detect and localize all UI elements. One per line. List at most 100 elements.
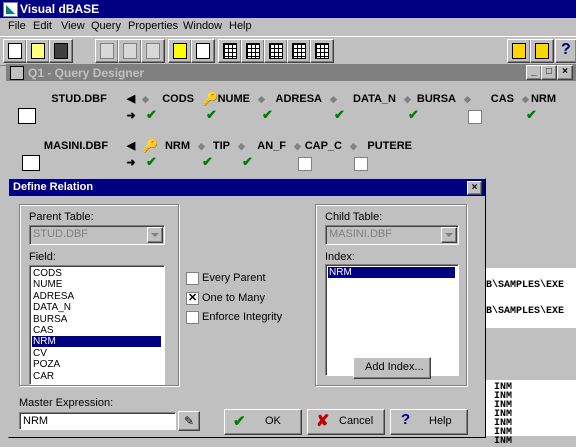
field-header[interactable]: ◆ BURSA [402,90,460,108]
field-select-checkbox[interactable]: ✔ [402,108,460,124]
menu-window[interactable]: Window [183,20,222,32]
field-list-item[interactable]: CAR [32,371,161,382]
expert-icon[interactable] [310,39,334,63]
cut-icon[interactable] [95,39,119,63]
copy-icon[interactable] [118,39,142,63]
field-select-checkbox[interactable] [462,108,518,124]
menu-view[interactable]: View [61,20,85,32]
query-designer-title: Q1 - Query Designer [28,66,145,80]
define-relation-dialog: Define Relation × Parent Table: STUD.DBF… [8,178,486,438]
cancel-button[interactable]: ✘ Cancel [307,409,385,435]
field-list-item[interactable]: BURSA [32,314,161,325]
cancel-label: Cancel [339,415,374,427]
parent-table-value: STUD.DBF [33,228,88,240]
menu-query[interactable]: Query [91,20,121,32]
one-to-many-label[interactable]: One to Many [202,292,265,304]
parent-table-label: Parent Table: [29,211,94,223]
new-icon[interactable] [3,39,27,63]
field-list-item[interactable]: CAS [32,325,161,336]
query-icon[interactable] [10,66,24,80]
field-select-checkbox[interactable]: ✔ [328,108,400,124]
menu-file[interactable]: File [8,20,26,32]
cancel-x-icon: ✘ [316,413,330,430]
minimize-button[interactable]: _ [526,65,542,80]
checkbox-mark: ✕ [188,292,198,304]
save-icon[interactable] [49,39,73,63]
field-select-checkbox[interactable]: ✔ [520,108,560,124]
output-path-line: B\SAMPLES\EXE [486,306,565,317]
menu-help[interactable]: Help [229,20,252,32]
field-list-item[interactable]: CODS [32,268,161,279]
table-icon[interactable] [18,108,36,124]
master-expression-input[interactable]: NRM [19,412,176,430]
field-header[interactable]: 🔑 NUME [200,90,254,108]
field-select-checkbox[interactable]: ✔ [200,108,254,124]
field-header[interactable]: ◆ AN_F [236,137,290,155]
field-header[interactable]: ◆ CODS [140,90,198,108]
close-icon[interactable]: × [467,181,482,195]
table-icon[interactable] [22,155,40,171]
close-button[interactable]: × [557,65,573,80]
field-header[interactable]: ◆ CAS [462,90,518,108]
field-select-checkbox[interactable]: ✔ [236,155,290,171]
relation-icon[interactable] [287,39,311,63]
paste-icon[interactable] [141,39,165,63]
arrow-icon[interactable]: ◀ [124,90,138,108]
field-list-item[interactable]: POZA [32,359,161,370]
field-select-checkbox[interactable]: ✔ [140,108,198,124]
parent-table-combo[interactable]: STUD.DBF [29,225,165,245]
open-icon[interactable] [26,39,50,63]
run-icon[interactable] [168,39,192,63]
menu-edit[interactable]: Edit [33,20,52,32]
field-select-checkbox[interactable] [348,155,416,171]
field-header[interactable]: ◆ ADRESA [256,90,326,108]
add-table-icon[interactable] [264,39,288,63]
child-table-label: Child Table: [325,211,383,223]
help-button[interactable]: ? Help [390,409,468,435]
field-header[interactable]: ◆ DATA_N [328,90,400,108]
chevron-down-icon[interactable] [147,227,163,243]
field-select-checkbox[interactable] [292,155,346,171]
field-select-checkbox[interactable]: ✔ [196,155,234,171]
maximize-button[interactable]: □ [541,65,557,80]
enforce-integrity-label[interactable]: Enforce Integrity [202,311,282,323]
every-parent-checkbox[interactable] [186,272,199,285]
field-list-item[interactable]: NRM [32,336,161,348]
table-name[interactable]: MASINI.DBF [30,137,122,155]
field-list-item[interactable]: ADRESA [32,291,161,302]
add-index-button[interactable]: Add Index... [353,357,431,379]
field-list-item[interactable]: CV [32,348,161,359]
form-icon[interactable] [218,39,242,63]
field-header[interactable]: ◆ TIP [196,137,234,155]
chevron-down-icon[interactable] [441,227,457,243]
field-header[interactable]: ◆ CAP_C [292,137,346,155]
field-select-checkbox[interactable]: ✔ [140,155,194,171]
field-header[interactable]: 🔑 NRM [140,137,194,155]
ok-button[interactable]: ✔ OK [224,409,302,435]
index-item[interactable]: NRM [328,267,455,278]
row-arrow-icon: ➜ [124,155,138,171]
command-output-inm: INM INM INM INM INM INM INM [486,380,576,447]
field-select-checkbox[interactable]: ✔ [256,108,326,124]
table-name[interactable]: STUD.DBF [36,90,122,108]
expression-builder-icon[interactable]: ✎ [178,411,200,431]
field-list[interactable]: CODS NUME ADRESA DATA_N BURSA CAS NRM CV POZA CAR [29,265,165,385]
parent-group: Parent Table: STUD.DBF Field: CODS NUME AD… [19,204,179,386]
query-designer-title-bar: Q1 - Query Designer _ □ × [6,64,576,81]
field-list-item[interactable]: NUME [32,279,161,290]
menu-properties[interactable]: Properties [128,20,178,32]
lamp-icon[interactable] [530,39,554,63]
navigator-icon[interactable] [507,39,531,63]
child-table-combo[interactable]: MASINI.DBF [325,225,459,245]
field-list-item[interactable]: DATA_N [32,302,161,313]
help-icon[interactable]: ? [555,39,576,63]
field-header[interactable]: ◆ PUTERE [348,137,416,155]
table-icon[interactable] [241,39,265,63]
enforce-integrity-checkbox[interactable] [186,311,199,324]
arrow-icon[interactable]: ◀ [124,137,138,155]
field-header[interactable]: ◆ NRM [520,90,560,108]
dbase-app-icon[interactable] [3,2,18,17]
every-parent-label[interactable]: Every Parent [202,272,266,284]
one-to-many-checkbox[interactable]: ✕ [186,292,199,305]
design-icon[interactable] [191,39,215,63]
